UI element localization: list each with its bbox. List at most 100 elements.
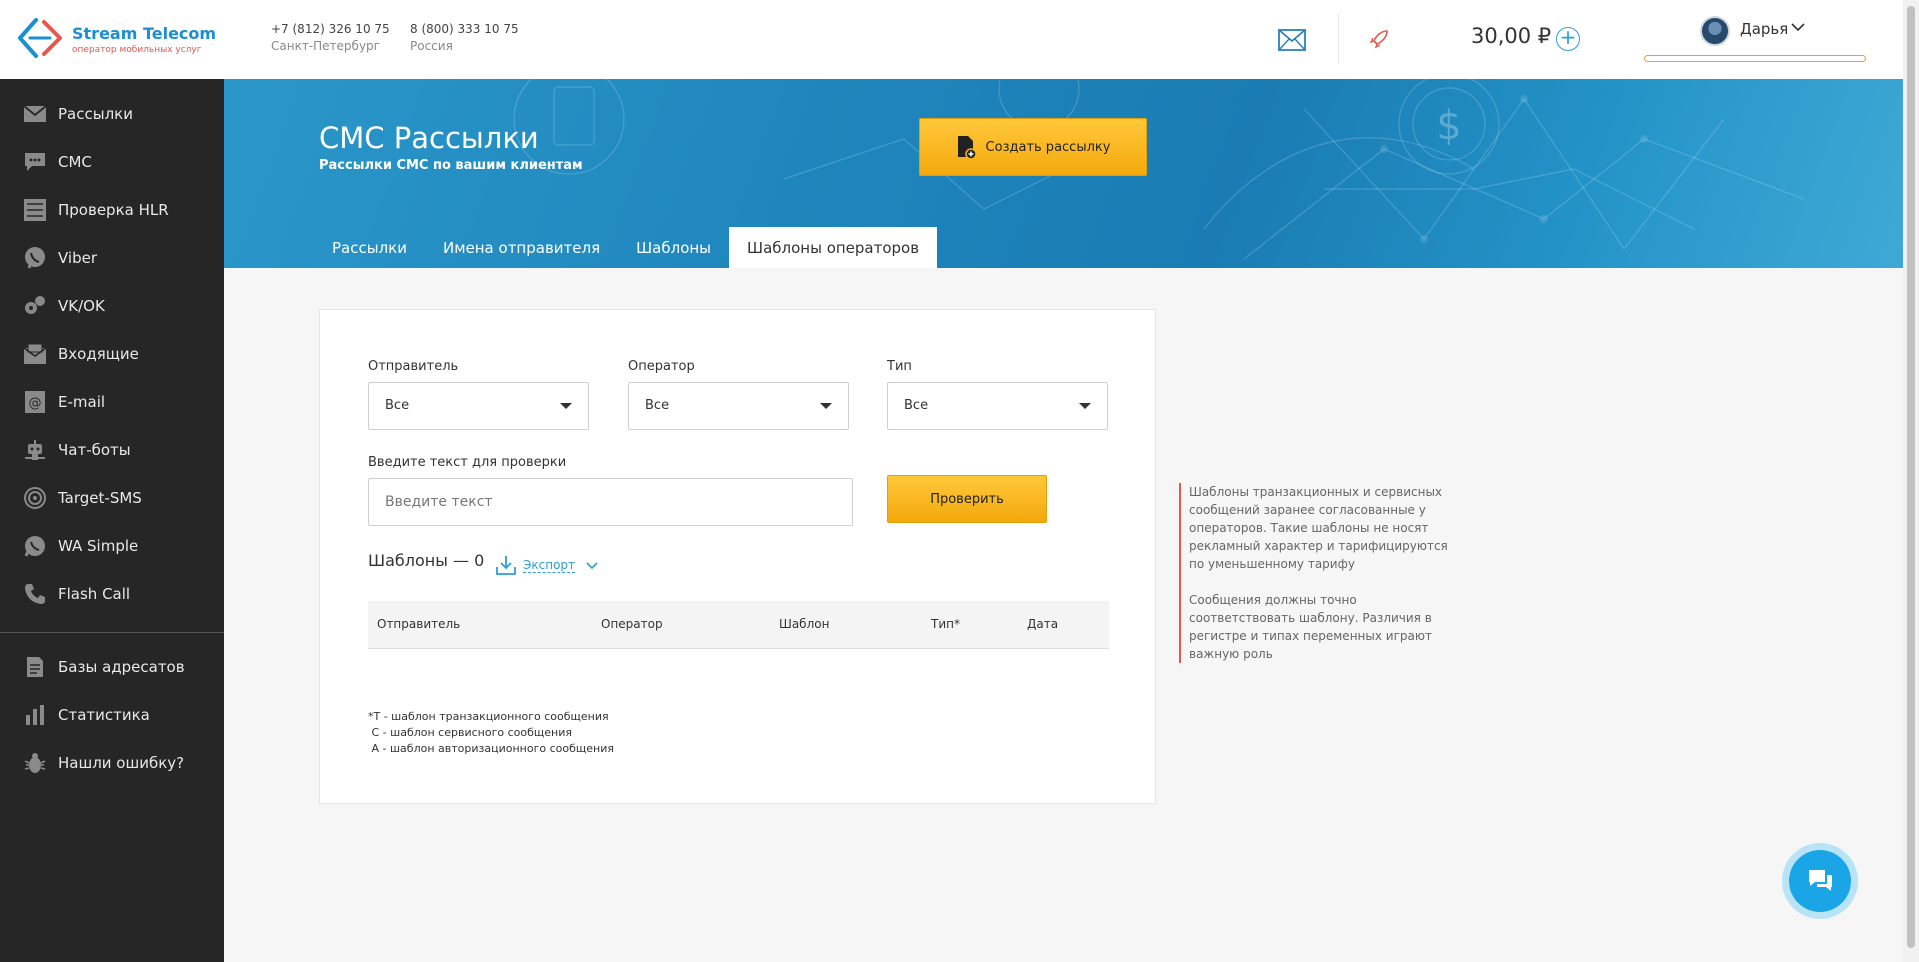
sidebar-item-label: Проверка HLR [58, 201, 169, 219]
operator-select[interactable]: Все [628, 382, 849, 430]
tab-bar: Рассылки Имена отправителя Шаблоны Шабло… [314, 227, 938, 268]
operator-label: Оператор [628, 359, 695, 374]
chat-icon [1809, 870, 1832, 891]
bar-chart-icon [22, 702, 48, 728]
sidebar-divider [0, 632, 224, 633]
sidebar-item-wa-simple[interactable]: WA Simple [0, 526, 224, 566]
sidebar-item-label: Flash Call [58, 585, 131, 603]
scrollbar-thumb[interactable] [1907, 6, 1915, 948]
viber-icon [22, 245, 48, 271]
export-dropdown[interactable]: Экспорт [495, 554, 599, 576]
logo[interactable]: Stream Telecom оператор мобильных услуг [14, 16, 217, 62]
page-title: СМС Рассылки [319, 121, 539, 155]
sidebar-item-viber[interactable]: Viber [0, 238, 224, 278]
phone-city: Санкт-Петербург [271, 39, 380, 53]
logo-mark-icon [18, 18, 62, 58]
logo-tagline: оператор мобильных услуг [72, 45, 202, 55]
balance-amount: 30,00 ₽ [1471, 24, 1552, 48]
sidebar-item-label: Чат-боты [58, 441, 131, 459]
add-balance-button[interactable]: + [1556, 27, 1580, 51]
sidebar-item-hlr[interactable]: Проверка HLR [0, 190, 224, 230]
phone-russia[interactable]: 8 (800) 333 10 75 Россия [410, 21, 519, 55]
phone-number: +7 (812) 326 10 75 [271, 22, 390, 36]
envelope-icon[interactable] [1278, 29, 1306, 51]
chevron-down-icon [586, 561, 598, 569]
email-icon: @ [22, 389, 48, 415]
create-mailing-label: Создать рассылку [985, 139, 1111, 155]
column-type[interactable]: Тип* [931, 617, 960, 631]
sidebar-item-label: Входящие [58, 345, 139, 363]
info-note-paragraph: Шаблоны транзакционных и сервисных сообщ… [1189, 485, 1448, 571]
sender-select-value: Все [385, 398, 410, 413]
sidebar-item-mailings[interactable]: Рассылки [0, 94, 224, 134]
rocket-icon[interactable] [1368, 28, 1390, 50]
type-select[interactable]: Все [887, 382, 1108, 430]
sidebar-item-label: Target-SMS [58, 489, 142, 507]
sidebar-item-label: Рассылки [58, 105, 133, 123]
column-sender[interactable]: Отправитель [377, 617, 460, 631]
sidebar-item-label: СМС [58, 153, 92, 171]
logo-name: Stream Telecom [72, 24, 217, 43]
tab-templates[interactable]: Шаблоны [618, 227, 729, 268]
download-icon [496, 556, 516, 575]
tab-mailings[interactable]: Рассылки [314, 227, 425, 268]
page-banner: $ СМС Рассылки Рассылки СМС по вашим кли… [224, 79, 1903, 268]
sidebar-item-flash-call[interactable]: Flash Call [0, 574, 224, 614]
caret-down-icon [560, 403, 572, 409]
mail-broadcast-icon [22, 101, 48, 127]
create-mailing-button[interactable]: Создать рассылку [919, 118, 1147, 176]
add-document-icon [957, 136, 976, 159]
sidebar-item-vk-ok[interactable]: VK/OK [0, 286, 224, 326]
check-text-label: Введите текст для проверки [368, 455, 567, 470]
sidebar-item-statistics[interactable]: Статистика [0, 695, 224, 735]
phone-number: 8 (800) 333 10 75 [410, 22, 519, 36]
user-name: Дарья [1740, 20, 1789, 38]
chat-button-inner [1789, 850, 1851, 912]
sidebar-item-contact-bases[interactable]: Базы адресатов [0, 647, 224, 687]
sidebar: Рассылки СМС Проверка HLR Viber VK/OK Вх… [0, 79, 224, 962]
sidebar-item-chatbots[interactable]: Чат-боты [0, 430, 224, 470]
column-operator[interactable]: Оператор [601, 617, 663, 631]
svg-text:@: @ [29, 396, 42, 411]
info-note: Шаблоны транзакционных и сервисных сообщ… [1179, 483, 1449, 663]
header-divider [1338, 14, 1339, 64]
caret-down-icon [1079, 403, 1091, 409]
templates-count: Шаблоны — 0 [368, 551, 485, 570]
sidebar-item-target-sms[interactable]: Target-SMS [0, 478, 224, 518]
column-template[interactable]: Шаблон [779, 617, 829, 631]
inbox-icon [22, 341, 48, 367]
bug-icon [22, 750, 48, 776]
operator-select-value: Все [645, 398, 670, 413]
column-date[interactable]: Дата [1027, 617, 1058, 631]
chevron-down-icon [1791, 23, 1805, 32]
chat-bubble-icon [22, 149, 48, 175]
tab-sender-names[interactable]: Имена отправителя [425, 227, 618, 268]
svg-text:$: $ [1436, 103, 1461, 149]
type-label: Тип [887, 359, 912, 374]
sidebar-item-label: Нашли ошибку? [58, 754, 185, 772]
sidebar-item-report-bug[interactable]: Нашли ошибку? [0, 743, 224, 783]
sidebar-item-label: WA Simple [58, 537, 139, 555]
top-header: Stream Telecom оператор мобильных услуг … [0, 0, 1903, 79]
checklist-icon [22, 197, 48, 223]
sidebar-item-inbox[interactable]: Входящие [0, 334, 224, 374]
sidebar-item-label: Статистика [58, 706, 150, 724]
check-button[interactable]: Проверить [887, 475, 1047, 523]
target-icon [22, 485, 48, 511]
info-note-paragraph: Сообщения должны точно соответствовать ш… [1189, 593, 1432, 661]
sidebar-item-label: VK/OK [58, 297, 105, 315]
operator-templates-card: Отправитель Все Оператор Все Тип Все Вве… [319, 309, 1156, 804]
page-subtitle: Рассылки СМС по вашим клиентам [319, 158, 583, 173]
sidebar-item-email[interactable]: @ E-mail [0, 382, 224, 422]
sidebar-item-sms[interactable]: СМС [0, 142, 224, 182]
tab-operator-templates[interactable]: Шаблоны операторов [729, 227, 938, 268]
user-progress-bar [1644, 55, 1866, 62]
phone-spb[interactable]: +7 (812) 326 10 75 Санкт-Петербург [271, 21, 390, 55]
legend-line: *Т - шаблон транзакционного сообщения [368, 710, 609, 723]
support-chat-button[interactable] [1782, 843, 1858, 919]
sidebar-item-label: Viber [58, 249, 98, 267]
sender-select[interactable]: Все [368, 382, 589, 430]
sidebar-item-label: E-mail [58, 393, 106, 411]
check-text-input[interactable] [368, 478, 853, 526]
page-scrollbar[interactable] [1903, 0, 1919, 962]
